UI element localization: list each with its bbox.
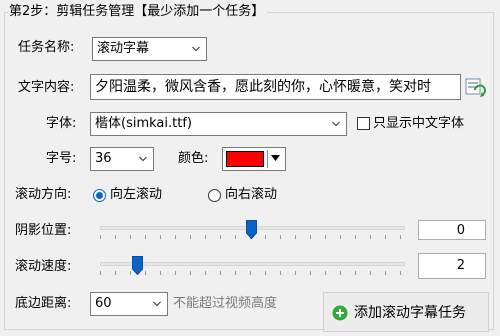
- scroll-speed-label: 滚动速度:: [15, 259, 72, 274]
- chevron-down-icon: [153, 301, 161, 307]
- chevron-down-icon: [139, 156, 147, 162]
- scroll-right-radio[interactable]: [208, 189, 221, 202]
- font-value: 楷体(simkai.ttf): [95, 116, 192, 131]
- bottom-margin-combobox[interactable]: 60: [90, 292, 168, 316]
- color-picker[interactable]: [222, 147, 286, 171]
- font-size-value: 36: [95, 151, 112, 166]
- bottom-margin-value: 60: [95, 296, 112, 311]
- scroll-speed-value: 2: [456, 258, 465, 273]
- task-name-combobox[interactable]: 滚动字幕: [92, 37, 207, 61]
- only-chinese-fonts-checkbox[interactable]: [357, 117, 370, 130]
- scroll-speed-slider-track: [100, 262, 405, 266]
- scroll-right-label: 向右滚动: [225, 187, 278, 202]
- scroll-left-radio[interactable]: [93, 189, 106, 202]
- shadow-position-slider-thumb[interactable]: [246, 220, 257, 239]
- refresh-icon[interactable]: [464, 77, 486, 99]
- task-name-value: 滚动字幕: [97, 41, 150, 56]
- task-group-box: [4, 12, 494, 330]
- font-size-combobox[interactable]: 36: [90, 147, 154, 171]
- shadow-position-label: 阴影位置:: [15, 223, 72, 238]
- color-dropdown-button[interactable]: [267, 150, 283, 168]
- chevron-down-icon: [332, 121, 340, 127]
- bottom-margin-hint: 不能超过视频高度: [173, 296, 278, 311]
- only-chinese-fonts-label: 只显示中文字体: [373, 116, 465, 131]
- scroll-speed-value-box[interactable]: 2: [418, 253, 486, 279]
- font-size-label: 字号:: [46, 151, 77, 166]
- shadow-position-value: 0: [456, 223, 465, 238]
- font-combobox[interactable]: 楷体(simkai.ttf): [90, 112, 347, 136]
- color-swatch: [226, 151, 264, 167]
- group-title: 第2步：剪辑任务管理【最少添加一个任务】: [8, 2, 268, 22]
- text-content-label: 文字内容:: [18, 80, 75, 95]
- chevron-down-icon: [192, 46, 200, 52]
- font-label: 字体:: [46, 116, 77, 131]
- add-task-button-label: 添加滚动字幕任务: [354, 305, 466, 321]
- scroll-left-label: 向左滚动: [110, 187, 163, 202]
- add-scroll-subtitle-task-button[interactable]: 添加滚动字幕任务: [323, 292, 489, 332]
- color-label: 颜色:: [178, 151, 209, 166]
- shadow-position-value-box[interactable]: 0: [418, 220, 486, 240]
- triangle-down-icon: [271, 155, 280, 161]
- text-content-value: 夕阳温柔，微风含香，愿此刻的你，心怀暖意，笑对时: [95, 79, 431, 95]
- scroll-speed-ticks: [100, 271, 405, 275]
- task-name-label: 任务名称:: [18, 40, 75, 55]
- text-content-input[interactable]: 夕阳温柔，微风含香，愿此刻的你，心怀暖意，笑对时: [90, 74, 461, 100]
- scroll-direction-label: 滚动方向:: [15, 187, 72, 202]
- bottom-margin-label: 底边距离:: [15, 296, 72, 311]
- add-icon: [332, 305, 348, 321]
- scroll-speed-slider-thumb[interactable]: [132, 256, 143, 275]
